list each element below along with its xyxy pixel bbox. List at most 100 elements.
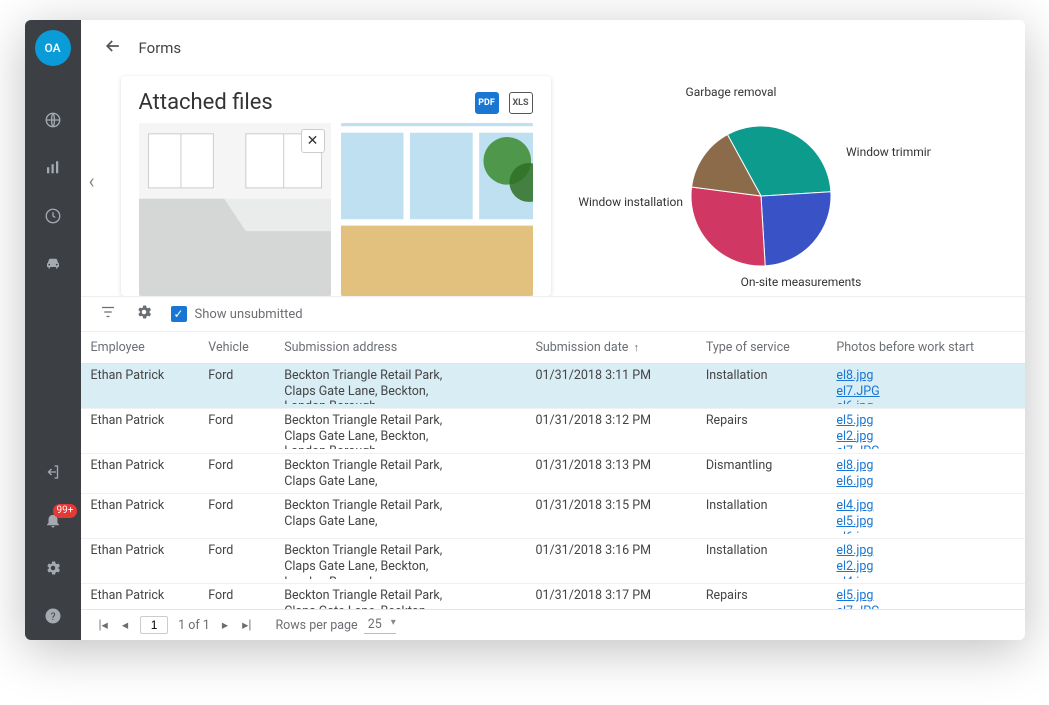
- help-icon[interactable]: ?: [43, 606, 63, 626]
- col-address[interactable]: Submission address: [274, 332, 525, 364]
- sidebar: OA 99+ ?: [25, 20, 81, 640]
- gear-icon[interactable]: [135, 303, 153, 325]
- cell-service: Installation: [696, 494, 827, 539]
- rows-per-page-select[interactable]: 25: [364, 617, 396, 634]
- app-window: OA 99+ ?: [25, 20, 1025, 640]
- attachment-thumb-2[interactable]: [341, 123, 533, 296]
- cell-date: 01/31/2018 3:16 PM: [525, 539, 695, 584]
- vehicle-icon[interactable]: [43, 254, 63, 274]
- photo-link[interactable]: el8.jpg: [836, 543, 1014, 559]
- pie-label: Garbage removal: [685, 85, 776, 99]
- reports-icon[interactable]: [43, 158, 63, 178]
- col-vehicle[interactable]: Vehicle: [198, 332, 274, 364]
- cell-employee: Ethan Patrick: [81, 539, 199, 584]
- cell-photos: el5.jpgel2.jpgel7.JPG: [826, 409, 1024, 454]
- attachment-thumb-1[interactable]: ✕: [139, 123, 331, 296]
- gear-icon[interactable]: [43, 558, 63, 578]
- pie-label: Window installation: [578, 195, 683, 209]
- rows-per-page-label: Rows per page: [275, 618, 357, 633]
- photo-link[interactable]: el7.JPG: [836, 444, 1014, 449]
- next-page-icon[interactable]: ▸: [220, 617, 230, 633]
- notification-badge: 99+: [53, 504, 78, 518]
- pagination: |◂ ◂ 1 of 1 ▸ ▸| Rows per page 25: [81, 609, 1025, 640]
- close-icon[interactable]: ✕: [301, 129, 325, 153]
- photo-link[interactable]: el6.jpg: [836, 474, 1014, 490]
- table-row[interactable]: Ethan PatrickFordBeckton Triangle Retail…: [81, 584, 1025, 609]
- cell-date: 01/31/2018 3:17 PM: [525, 584, 695, 609]
- table-row[interactable]: Ethan PatrickFordBeckton Triangle Retail…: [81, 409, 1025, 454]
- table-toolbar: ✓ Show unsubmitted: [81, 296, 1025, 332]
- sort-asc-icon: ↑: [634, 341, 640, 354]
- cell-employee: Ethan Patrick: [81, 494, 199, 539]
- page-input[interactable]: [140, 616, 168, 634]
- cell-address: Beckton Triangle Retail Park, Claps Gate…: [274, 584, 525, 609]
- cell-address: Beckton Triangle Retail Park, Claps Gate…: [274, 539, 525, 584]
- table-row[interactable]: Ethan PatrickFordBeckton Triangle Retail…: [81, 454, 1025, 494]
- bell-icon[interactable]: 99+: [43, 510, 63, 530]
- photo-link[interactable]: el5.jpg: [836, 514, 1014, 530]
- table-row[interactable]: Ethan PatrickFordBeckton Triangle Retail…: [81, 539, 1025, 584]
- first-page-icon[interactable]: |◂: [97, 617, 110, 633]
- col-date[interactable]: Submission date ↑: [525, 332, 695, 364]
- logout-icon[interactable]: [43, 462, 63, 482]
- cell-vehicle: Ford: [198, 584, 274, 609]
- show-unsubmitted-toggle[interactable]: ✓ Show unsubmitted: [171, 306, 303, 322]
- photo-link[interactable]: el8.jpg: [836, 458, 1014, 474]
- photo-link[interactable]: el2.jpg: [836, 559, 1014, 575]
- cell-employee: Ethan Patrick: [81, 409, 199, 454]
- chevron-left-icon[interactable]: ‹: [89, 169, 95, 193]
- photo-link[interactable]: el7.JPG: [836, 384, 1014, 400]
- back-arrow-icon[interactable]: [103, 36, 123, 60]
- photo-link[interactable]: el4.jpg: [836, 498, 1014, 514]
- cell-date: 01/31/2018 3:15 PM: [525, 494, 695, 539]
- xls-icon[interactable]: XLS: [509, 92, 533, 114]
- prev-page-icon[interactable]: ◂: [120, 617, 130, 633]
- cell-address: Beckton Triangle Retail Park, Claps Gate…: [274, 364, 525, 409]
- cell-employee: Ethan Patrick: [81, 454, 199, 494]
- last-page-icon[interactable]: ▸|: [240, 617, 253, 633]
- pie-chart: Garbage removalWindow trimmingWindow ins…: [571, 76, 1025, 296]
- history-icon[interactable]: [43, 206, 63, 226]
- pie-slice[interactable]: [761, 192, 831, 266]
- photo-link[interactable]: el2.jpg: [836, 429, 1014, 445]
- cell-address: Beckton Triangle Retail Park, Claps Gate…: [274, 494, 525, 539]
- col-service[interactable]: Type of service: [696, 332, 827, 364]
- pie-label: On-site measurements: [740, 275, 861, 289]
- cell-vehicle: Ford: [198, 364, 274, 409]
- col-employee[interactable]: Employee: [81, 332, 199, 364]
- page-title: Forms: [139, 39, 182, 57]
- header: Forms: [81, 20, 1025, 66]
- submissions-table: Employee Vehicle Submission address Subm…: [81, 332, 1025, 609]
- table-row[interactable]: Ethan PatrickFordBeckton Triangle Retail…: [81, 494, 1025, 539]
- avatar[interactable]: OA: [35, 30, 71, 66]
- cell-photos: el8.jpgel7.JPGel6.jpg: [826, 364, 1024, 409]
- checkbox-icon[interactable]: ✓: [171, 306, 187, 322]
- photo-link[interactable]: el6.jpg: [836, 530, 1014, 535]
- cell-employee: Ethan Patrick: [81, 364, 199, 409]
- cell-service: Dismantling: [696, 454, 827, 494]
- photo-link[interactable]: el5.jpg: [836, 413, 1014, 429]
- page-range: 1 of 1: [178, 618, 210, 633]
- photo-link[interactable]: el8.jpg: [836, 368, 1014, 384]
- cell-service: Installation: [696, 539, 827, 584]
- cell-employee: Ethan Patrick: [81, 584, 199, 609]
- globe-icon[interactable]: [43, 110, 63, 130]
- photo-link[interactable]: el5.jpg: [836, 588, 1014, 604]
- filter-icon[interactable]: [99, 303, 117, 325]
- content-upper: ‹ Attached files PDF XLS ✕: [81, 66, 1025, 296]
- cell-photos: el4.jpgel5.jpgel6.jpg: [826, 494, 1024, 539]
- col-photos[interactable]: Photos before work start: [826, 332, 1024, 364]
- cell-vehicle: Ford: [198, 409, 274, 454]
- cell-service: Repairs: [696, 409, 827, 454]
- cell-photos: el8.jpgel2.jpgel4.jpg: [826, 539, 1024, 584]
- cell-date: 01/31/2018 3:12 PM: [525, 409, 695, 454]
- table-row[interactable]: Ethan PatrickFordBeckton Triangle Retail…: [81, 364, 1025, 409]
- table-wrap[interactable]: Employee Vehicle Submission address Subm…: [81, 332, 1025, 609]
- cell-vehicle: Ford: [198, 454, 274, 494]
- pie-slice[interactable]: [691, 187, 765, 266]
- cell-date: 01/31/2018 3:11 PM: [525, 364, 695, 409]
- photo-link[interactable]: el4.jpg: [836, 575, 1014, 580]
- pdf-icon[interactable]: PDF: [475, 92, 499, 114]
- photo-link[interactable]: el6.jpg: [836, 399, 1014, 404]
- attached-files-card: Attached files PDF XLS ✕: [121, 76, 551, 296]
